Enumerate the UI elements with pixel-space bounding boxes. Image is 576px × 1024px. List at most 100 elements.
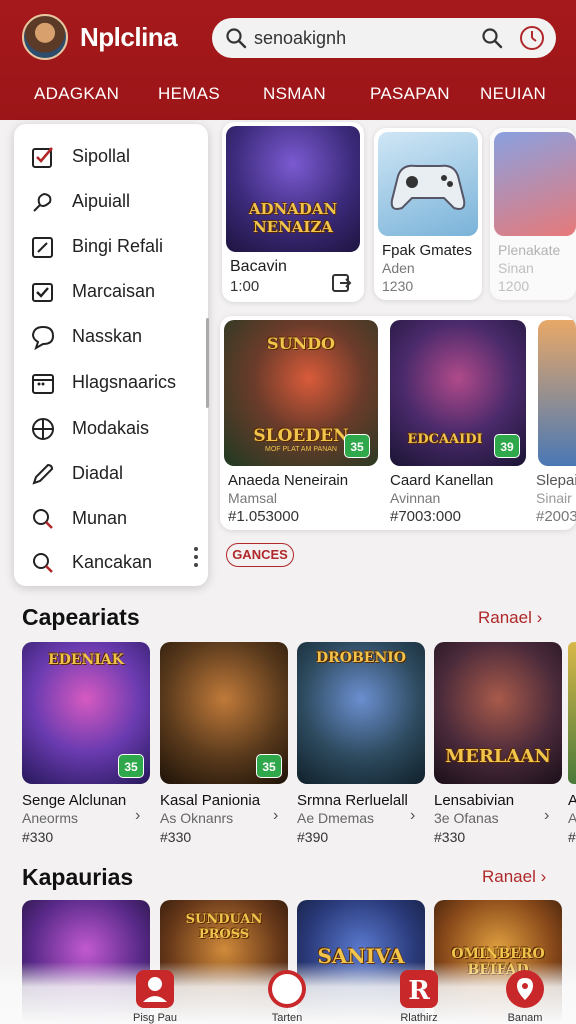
svg-text:R: R [408,976,430,1006]
menu-item-label: Diadal [72,463,124,483]
tab-category-4[interactable]: PASAPAN [370,84,450,104]
game-thumbnail[interactable]: 35 [160,642,288,784]
game-thumbnail[interactable]: MERLAAN [434,642,562,784]
menu-item-label: Kancakan [72,552,153,572]
chevron-right-icon[interactable]: › [410,807,415,825]
game-price: #390 [297,829,329,845]
game-thumbnail[interactable]: EDENIAK 35 [22,642,150,784]
calendar-icon [32,374,54,394]
game-art[interactable] [538,320,576,466]
plus-circle-icon [32,418,54,440]
card-price: 1230 [382,278,414,294]
chevron-right-icon[interactable]: › [273,807,278,825]
pin-icon [33,192,52,212]
tab-category-2[interactable]: HEMAS [158,84,220,104]
chevron-right-icon[interactable]: › [135,807,140,825]
chevron-right-icon: › [540,867,547,886]
rating-badge: 39 [494,434,520,458]
featured-card[interactable]: Fpak Gmates Aden 1230 [374,128,482,300]
nav-label: Banam [507,1012,543,1024]
art-title: EDCAAIDI [407,432,483,447]
menu-item-1[interactable]: Sipollal [14,136,208,176]
checkbox-icon [32,147,53,168]
game-price: # [568,829,576,845]
see-all-link[interactable]: Ranael › [482,867,546,887]
card-subtitle: Sinan [498,260,534,276]
menu-item-label: Hlagsnaarics [72,372,177,392]
card-title: Slepair [536,472,576,489]
featured-row-card: SUNDO SLOEDEN MOF PLAT AM PANAN 35 Anaed… [220,316,576,530]
card-title: Plenakate [498,242,561,258]
menu-item-4[interactable]: Marcaisan [14,271,208,311]
nav-item-explore[interactable]: Tarten [252,970,322,1024]
game-art[interactable]: SUNDO SLOEDEN MOF PLAT AM PANAN 35 [224,320,378,466]
card-title: Bacavin [230,258,287,275]
card-subtitle: Avinnan [390,490,441,506]
art-title: SUNDUAN PROSS [185,912,263,942]
menu-item-10[interactable]: Kancakan [14,542,208,582]
game-thumbnail[interactable] [568,642,576,784]
search-submit-icon[interactable] [480,26,504,50]
menu-item-label: Marcaisan [72,281,156,301]
see-all-label: Ranael [482,867,536,886]
menu-item-9[interactable]: Munan [14,498,208,538]
menu-item-label: Nasskan [72,326,143,346]
menu-scrollbar[interactable] [206,318,209,408]
card-price: 1:00 [230,278,260,295]
menu-item-8[interactable]: Diadal [14,453,208,493]
more-options-icon[interactable] [190,544,202,570]
nav-item-profile[interactable]: Pisg Pau [120,970,190,1024]
card-price: #7003:000 [390,508,461,525]
menu-item-2[interactable]: Aipuiall [14,181,208,221]
avatar[interactable] [22,14,68,60]
game-price: #330 [22,829,54,845]
search-input[interactable]: senoakignh [254,28,346,49]
menu-item-5[interactable]: Nasskan [14,316,208,356]
timer-icon[interactable] [518,24,546,52]
card-title: Caard Kanellan [390,472,494,489]
filter-chip[interactable]: GANCES [226,543,294,567]
nav-label: Rlathirz [400,1012,438,1024]
game-art[interactable]: EDCAAIDI 39 [390,320,526,466]
game-title: Senge Alclunan [22,792,127,809]
art-title: SUNDO [267,334,335,353]
tab-category-3[interactable]: NSMAN [263,84,326,104]
game-title: Lensabivian [434,792,515,809]
card-price: #1.053000 [228,508,299,525]
menu-item-6[interactable]: Hlagsnaarics [14,362,208,402]
nav-item-library[interactable]: R Rlathirz [384,970,454,1024]
featured-card[interactable]: ADNADAN NENAIZA Bacavin 1:00 [222,122,364,302]
see-all-link[interactable]: Ranael › [478,608,542,628]
see-all-label: Ranael [478,608,532,627]
check-box-icon [32,283,53,302]
art-title: MERLAAN [445,746,551,767]
featured-card[interactable]: Plenakate Sinan 1200 [490,128,576,300]
game-title: Kasal Panionia [160,792,261,809]
art-title: EDENIAK [48,652,124,668]
nav-item-location[interactable]: Banam [490,970,560,1024]
dropdown-menu: Sipollal Aipuiall Bingi Refali Marcaisan… [14,124,208,586]
bottom-navigation: Pisg Pau Tarten R Rlathirz Banam [0,962,576,1024]
card-title: Anaeda Neneirain [228,472,349,489]
tab-category-5[interactable]: NEUIAN [480,84,546,104]
menu-item-3[interactable]: Bingi Refali [14,226,208,266]
game-title: Srmna Rerluelall [297,792,408,809]
game-subtitle: Ae Dmemas [297,810,375,826]
rating-badge: 35 [256,754,282,778]
card-subtitle: Mamsal [228,490,278,506]
chevron-right-icon[interactable]: › [544,807,549,825]
compass-icon [268,970,306,1008]
category-tabs: ADAGKAN HEMAS NSMAN PASAPAN NEUIAN [0,84,576,108]
game-thumbnail[interactable]: DROBENIO [297,642,425,784]
pen-icon [32,463,54,485]
chevron-right-icon: › [536,608,543,627]
game-price: #330 [434,829,466,845]
tab-category-1[interactable]: ADAGKAN [34,84,119,104]
search-bar[interactable]: senoakignh [212,18,556,58]
export-icon[interactable] [330,272,352,294]
game-subtitle: A [568,810,576,826]
menu-item-label: Sipollal [72,146,131,166]
nav-label: Tarten [271,1012,303,1024]
card-subtitle: Aden [382,260,415,276]
menu-item-7[interactable]: Modakais [14,408,208,448]
